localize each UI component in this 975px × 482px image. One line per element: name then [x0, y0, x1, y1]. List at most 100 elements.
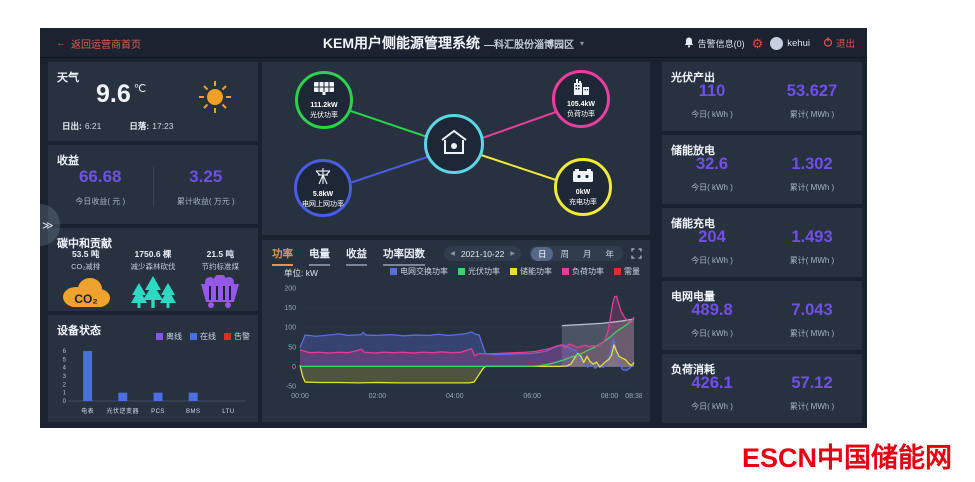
chart-controls: ◀ 2021-10-22 ▶ 日 周 月 年 [444, 246, 642, 261]
bell-icon [684, 37, 694, 50]
stat-total-value: 57.12 [791, 374, 833, 392]
grid-exchange-swatch [390, 268, 397, 275]
date-value[interactable]: 2021-10-22 [461, 249, 504, 259]
carbon-panel: 碳中和贡献 53.5 吨 CO₂减排 CO₂ 1750.6 棵 减少森林砍伐 2… [48, 228, 258, 311]
load-label: 负荷功率 [572, 267, 604, 276]
revenue-total-label: 累计收益( 万元 ) [176, 197, 235, 206]
coal-cart-icon [187, 274, 254, 314]
energy-flow-panel: 111.2kW 光伏功率 105.4kW 负荷功率 5.8kW 电网上网功率 0… [262, 62, 650, 235]
alarm-button[interactable]: 告警信息(0) [684, 37, 745, 50]
revenue-total-value: 3.25 [189, 167, 223, 186]
period-day[interactable]: 日 [530, 246, 554, 261]
period-week[interactable]: 周 [553, 247, 576, 261]
alarm-label: 告警信息(0) [697, 38, 745, 49]
svg-text:0: 0 [292, 364, 296, 371]
period-year[interactable]: 年 [598, 247, 621, 261]
stat-today-value: 426.1 [691, 374, 733, 392]
device-status-chart: 0 1 2 3 4 5 6 电表 光伏逆变器 PCS BMS LTU [63, 349, 246, 415]
legend-item-offline[interactable]: 离线 [156, 331, 182, 342]
fullscreen-icon[interactable] [631, 248, 642, 259]
svg-text:3: 3 [63, 374, 67, 380]
carbon-forest-value: 1750.6 棵 [134, 249, 172, 259]
stat-total-label: 累计( MWh ) [789, 329, 835, 338]
prev-day-icon[interactable]: ◀ [450, 250, 455, 257]
revenue-today-label: 今日收益( 元 ) [75, 197, 126, 206]
offline-swatch [156, 333, 163, 340]
stat-total-label: 累计( MWh ) [789, 183, 835, 192]
stat-today-value: 110 [698, 82, 726, 100]
legend-grid-exchange[interactable]: 电网交换功率 [390, 266, 448, 277]
tab-power-factor[interactable]: 功率因数 [383, 246, 425, 266]
page: ← 返回运营商首页 KEM用户侧能源管理系统 —科汇股份淄博园区 ▾ 告警信息(… [0, 0, 975, 482]
grid-power-label: 电网上网功率 [302, 201, 344, 208]
svg-text:CO₂: CO₂ [74, 292, 97, 306]
park-selector[interactable]: —科汇股份淄博园区 [484, 36, 574, 51]
stat-today-label: 今日( kWh ) [691, 110, 733, 119]
svg-text:50: 50 [288, 344, 296, 351]
carbon-item-forest: 1750.6 棵 减少森林砍伐 [119, 248, 186, 316]
stat-today-label: 今日( kWh ) [691, 183, 733, 192]
battery-icon [572, 168, 594, 188]
escn-logo: ESCN中国储能网 [742, 436, 952, 475]
stat-panel-storage-charge: 储能充电 204 今日( kWh ) 1.493 累计( MWh ) [662, 208, 862, 277]
tab-energy[interactable]: 电量 [309, 246, 330, 266]
escn-logo-cn: 中国储能网 [817, 443, 953, 473]
revenue-total: 3.25 累计收益( 万元 ) [152, 167, 259, 207]
dashboard: ← 返回运营商首页 KEM用户侧能源管理系统 —科汇股份淄博园区 ▾ 告警信息(… [40, 28, 867, 428]
legend-storage[interactable]: 储能功率 [510, 266, 552, 277]
online-swatch [190, 333, 197, 340]
gear-icon[interactable]: ⚙ [752, 37, 764, 50]
sun-times: 日出: 6:21 日落: 17:23 [62, 120, 174, 132]
factory-icon [571, 79, 591, 100]
svg-text:5: 5 [63, 357, 67, 363]
carbon-co2-value: 53.5 吨 [71, 249, 100, 259]
tab-revenue[interactable]: 收益 [346, 246, 367, 266]
legend-item-alarm[interactable]: 告警 [224, 331, 250, 342]
online-label: 在线 [200, 332, 216, 341]
stat-total-value: 1.493 [791, 228, 833, 246]
flow-node-battery: 0kW 充电功率 [554, 158, 612, 216]
revenue-title: 收益 [57, 155, 79, 167]
stat-total-label: 累计( MWh ) [789, 402, 835, 411]
device-status-panel: 设备状态 离线 在线 告警 0 1 2 3 4 5 6 电表 光伏逆变器 PCS BMS LTU [48, 315, 258, 422]
legend-demand[interactable]: 需量 [614, 266, 640, 277]
power-tower-icon [314, 167, 332, 190]
grid-exchange-label: 电网交换功率 [400, 267, 448, 276]
svg-text:4: 4 [63, 366, 67, 372]
svg-text:电表: 电表 [81, 407, 94, 415]
power-chart-legend: 电网交换功率 光伏功率 储能功率 负荷功率 需量 [390, 266, 640, 277]
house-icon [439, 128, 469, 161]
sunset-value: 17:23 [152, 121, 174, 131]
app-title: KEM用户侧能源管理系统 [322, 35, 481, 51]
carbon-forest-label: 减少森林砍伐 [130, 262, 176, 271]
carbon-coal-label: 节约标准煤 [201, 262, 240, 271]
logout-button[interactable]: 退出 [823, 36, 855, 50]
device-legend: 离线 在线 告警 [156, 331, 250, 342]
legend-pv[interactable]: 光伏功率 [458, 266, 500, 277]
pv-label: 光伏功率 [468, 267, 500, 276]
period-month[interactable]: 月 [576, 247, 599, 261]
pv-power-value: 111.2kW [310, 101, 338, 109]
user-menu[interactable]: kehui [770, 36, 810, 50]
demand-label: 需量 [624, 267, 640, 276]
escn-logo-latin: ESCN [742, 443, 818, 473]
svg-text:BMS: BMS [186, 409, 201, 415]
stat-total-value: 1.302 [791, 155, 833, 173]
revenue-today: 66.68 今日收益( 元 ) [48, 167, 153, 207]
svg-text:PCS: PCS [151, 409, 165, 415]
power-line-chart: -50 0 50 100 150 200 00:00 02:00 04:00 06:00 08:00… [284, 286, 642, 401]
legend-item-online[interactable]: 在线 [190, 331, 216, 342]
legend-load[interactable]: 负荷功率 [562, 266, 604, 277]
tab-power[interactable]: 功率 [272, 246, 293, 266]
stat-panel-pv-output: 光伏产出 110 今日( kWh ) 53.627 累计( MWh ) [662, 62, 862, 131]
alarm-label-legend: 告警 [234, 332, 250, 341]
flow-node-pv: 111.2kW 光伏功率 [295, 71, 353, 129]
load-power-label: 负荷功率 [567, 111, 595, 118]
chevron-down-icon[interactable]: ▾ [580, 39, 584, 48]
svg-text:光伏逆变器: 光伏逆变器 [107, 407, 140, 415]
temperature: 9.6 ℃ [96, 80, 146, 109]
pv-power-label: 光伏功率 [310, 111, 338, 119]
pv-swatch [458, 268, 465, 275]
svg-text:LTU: LTU [222, 409, 234, 415]
next-day-icon[interactable]: ▶ [510, 250, 515, 257]
